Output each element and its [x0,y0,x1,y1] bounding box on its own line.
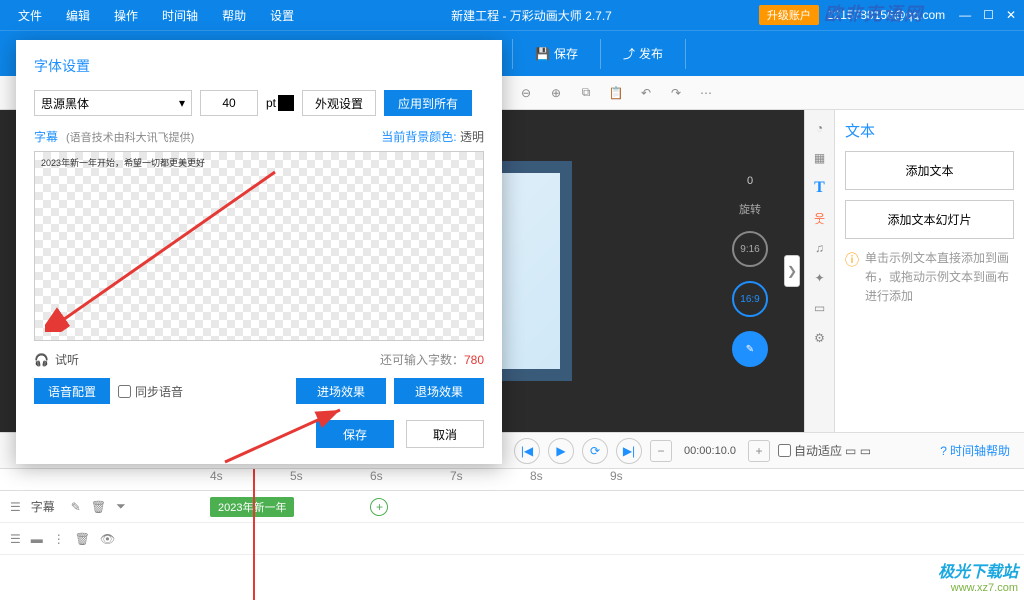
shapes-icon[interactable]: ◔ [810,118,830,138]
subtitle-preview[interactable]: 2023年新一年开始，希望一切都更美更好 [34,151,484,341]
ratio-16-9[interactable]: 16:9 [732,281,768,317]
track2-icon5[interactable]: 👁 [100,532,115,546]
track2-icon4[interactable]: 🗑 [75,532,90,546]
settings-icon[interactable]: ⚙ [810,328,830,348]
copy-icon[interactable]: ⧉ [576,83,596,103]
ratio-9-16[interactable]: 9:16 [732,231,768,267]
close-icon[interactable]: ✕ [1006,8,1016,22]
delete-track-icon[interactable]: 🗑 [91,500,106,514]
maximize-icon[interactable]: ☐ [983,8,994,22]
rotate-label: 旋转 [739,201,761,217]
track-menu-icon[interactable]: ☰ [10,500,21,514]
exit-effect-button[interactable]: 退场效果 [394,378,484,404]
character-icon[interactable]: 웃 [810,208,830,228]
minimize-icon[interactable]: — [959,8,971,22]
time-minus[interactable]: − [650,440,672,462]
info-icon: ⓘ [845,249,859,307]
chevron-down-icon: ▾ [179,96,185,110]
font-settings-dialog: 字体设置 思源黑体▾ pt 外观设置 应用到所有 字幕 (语音技术由科大讯飞提供… [16,40,502,464]
zoom-out-icon[interactable]: ⊖ [516,83,536,103]
playhead[interactable] [253,469,255,600]
track2-icon2[interactable]: ▬ [31,532,43,546]
appearance-button[interactable]: 外观设置 [302,90,376,116]
menu-file[interactable]: 文件 [8,3,52,28]
next-button[interactable]: ▶| [616,438,642,464]
main-menu: 文件 编辑 操作 时间轴 帮助 设置 [8,3,304,28]
headphone-icon: 🎧 [34,353,49,367]
remain-label: 还可输入字数： [380,353,464,367]
play-button[interactable]: ▶ [548,438,574,464]
listen-label[interactable]: 试听 [55,351,79,368]
timeline-help-link[interactable]: ?时间轴帮助 [940,442,1010,459]
edit-icon[interactable]: ✎ [732,331,768,367]
right-toolbar: ◔ ▦ T 웃 ♫ ✦ ▭ ⚙ [804,110,834,432]
image-icon[interactable]: ▦ [810,148,830,168]
subtitle-label: 字幕 [34,128,58,145]
remain-value: 780 [464,353,484,367]
save-button[interactable]: 保存 [316,420,394,448]
upgrade-button[interactable]: 升级账户 [759,5,819,25]
prev-button[interactable]: |◀ [514,438,540,464]
loop-button[interactable]: ⟳ [582,438,608,464]
apply-all-button[interactable]: 应用到所有 [384,90,472,116]
rotate-value: 0 [747,175,753,187]
undo-icon[interactable]: ↶ [636,83,656,103]
menu-timeline[interactable]: 时间轴 [152,3,208,28]
redo-icon[interactable]: ↷ [666,83,686,103]
expand-icon[interactable]: ❯ [784,255,800,287]
font-select[interactable]: 思源黑体▾ [34,90,192,116]
time-plus[interactable]: + [748,440,770,462]
menu-settings[interactable]: 设置 [260,3,304,28]
app-title: 新建工程 - 万彩动画大师 2.7.7 [304,7,759,24]
add-text-slide-button[interactable]: 添加文本幻灯片 [845,200,1014,239]
watermark-top: 欧非克语网 [824,0,924,26]
music-icon[interactable]: ♫ [810,238,830,258]
color-swatch[interactable] [278,95,294,111]
pt-label: pt [266,96,276,110]
menu-help[interactable]: 帮助 [212,3,256,28]
voice-config-button[interactable]: 语音配置 [34,378,110,404]
menu-action[interactable]: 操作 [104,3,148,28]
text-panel: 文本 添加文本 添加文本幻灯片 ⓘ单击示例文本直接添加到画布，或拖动示例文本到画… [834,110,1024,432]
subtitle-track: ☰ 字幕 ✎ 🗑 ⏷ 2023年新一年 + [0,491,1024,523]
tts-provider-hint: (语音技术由科大讯飞提供) [66,129,194,145]
effect-icon[interactable]: ✦ [810,268,830,288]
more-icon[interactable]: ⋯ [696,83,716,103]
track-label: 字幕 [31,498,55,515]
menu-edit[interactable]: 编辑 [56,3,100,28]
bgcolor-label: 当前背景颜色: [381,130,456,144]
save-button-top[interactable]: 💾保存 [525,45,588,62]
timeline: 4s5s6s7s8s9s ☰ 字幕 ✎ 🗑 ⏷ 2023年新一年 + ☰ ▬ ⋮… [0,468,1024,600]
edit-track-icon[interactable]: ✎ [71,500,81,514]
bgcolor-value: 透明 [460,130,484,144]
dialog-title: 字体设置 [34,56,484,76]
sync-voice-checkbox[interactable]: 同步语音 [118,383,183,400]
text-tool-icon[interactable]: T [810,178,830,198]
autofit-checkbox[interactable]: 自动适应▭ ▭ [778,442,871,459]
panel-tip: 单击示例文本直接添加到画布，或拖动示例文本到画布进行添加 [865,249,1014,307]
save-icon: 💾 [535,47,550,61]
enter-effect-button[interactable]: 进场效果 [296,378,386,404]
panel-title: 文本 [845,120,1014,141]
paste-icon[interactable]: 📋 [606,83,626,103]
zoom-in-icon[interactable]: ⊕ [546,83,566,103]
timecode: 00:00:10.0 [684,445,736,457]
track2-icon1[interactable]: ☰ [10,532,21,546]
add-text-button[interactable]: 添加文本 [845,151,1014,190]
lock-track-icon[interactable]: ⏷ [116,499,126,514]
track2-icon3[interactable]: ⋮ [53,532,65,546]
add-keyframe-icon[interactable]: + [370,498,388,516]
widget-icon[interactable]: ▭ [810,298,830,318]
cancel-button[interactable]: 取消 [406,420,484,448]
font-size-input[interactable] [200,90,258,116]
publish-icon: ⤴ [623,45,635,62]
watermark: 极光下载站 www.xz7.com [938,558,1018,594]
time-ruler[interactable]: 4s5s6s7s8s9s [0,469,1024,491]
publish-button[interactable]: ⤴发布 [613,45,673,62]
